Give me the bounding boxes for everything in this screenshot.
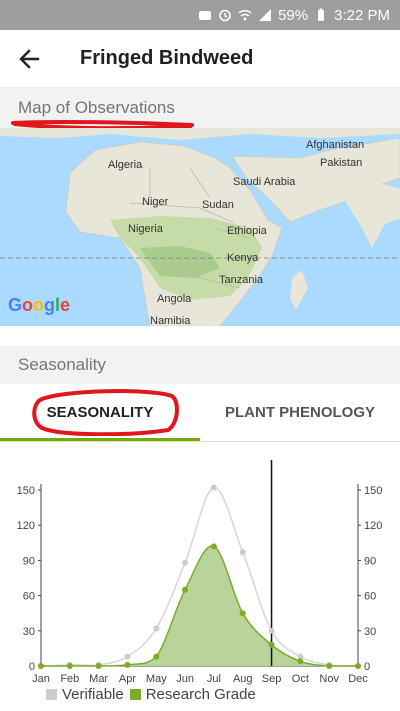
verifiable-point — [153, 625, 160, 632]
map-label-tanzania: Tanzania — [219, 274, 264, 286]
x-tick-label: Dec — [348, 673, 368, 685]
legend-label-verifiable: Verifiable — [62, 686, 124, 703]
map-header-label: Map of Observations — [18, 98, 175, 117]
research-grade-point — [268, 641, 275, 648]
map-label-pakistan: Pakistan — [320, 157, 363, 169]
map-label-sudan: Sudan — [202, 199, 234, 211]
research-grade-point — [297, 658, 304, 665]
x-tick-label: Mar — [89, 673, 108, 685]
map-label-ethiopia: Ethiopia — [227, 225, 267, 237]
chart-svg: 0 30 60 90 120 150 0 30 60 90 120 150 Jan Feb Mar Apr Ma… — [17, 460, 382, 685]
legend-item-research-grade: Research Grade — [129, 686, 256, 703]
y-tick-label-left: 120 — [17, 520, 35, 532]
y-tick-label-right: 120 — [364, 520, 382, 532]
y-tick-label-left: 0 — [29, 661, 35, 673]
back-arrow-icon — [19, 48, 40, 69]
clock: 3:22 PM — [334, 6, 390, 24]
observations-map[interactable]: Algeria Niger Sudan Nigeria Ethiopia Ken… — [0, 128, 400, 326]
y-tick-label-right: 30 — [364, 626, 376, 638]
y-tick-label-left: 60 — [23, 591, 35, 603]
y-tick-label-right: 60 — [364, 591, 376, 603]
research-grade-area — [41, 545, 358, 666]
x-tick-label: Aug — [233, 673, 253, 685]
research-grade-point — [210, 543, 217, 550]
battery-icon — [314, 8, 328, 22]
x-tick-label: Jun — [176, 673, 194, 685]
legend-swatch-verifiable — [46, 689, 57, 700]
map-label-namibia: Namibia — [150, 315, 191, 326]
y-tick-label-left: 150 — [17, 485, 35, 497]
legend-item-verifiable: Verifiable — [46, 686, 124, 703]
map-label-niger: Niger — [142, 196, 169, 208]
red-annotation-circle — [32, 389, 179, 436]
y-tick-label-right: 0 — [364, 661, 370, 673]
x-tick-label: Nov — [319, 673, 339, 685]
map-label-angola: Angola — [157, 293, 192, 305]
research-grade-point — [182, 586, 189, 593]
x-tick-label: Oct — [292, 673, 309, 685]
signal-icon — [258, 8, 272, 22]
research-grade-point — [355, 663, 361, 669]
verifiable-point — [124, 653, 131, 660]
map-label-kenya: Kenya — [227, 252, 259, 264]
y-tick-label-left: 90 — [23, 555, 35, 567]
x-tick-label: Jan — [32, 673, 50, 685]
map-label-algeria: Algeria — [108, 159, 143, 171]
app-bar: Fringed Bindweed — [0, 30, 400, 88]
map-label-nigeria: Nigeria — [128, 223, 163, 235]
x-tick-label: Apr — [119, 673, 136, 685]
x-tick-label: Jul — [207, 673, 221, 685]
x-tick-label: May — [146, 673, 167, 685]
research-grade-point — [38, 663, 44, 669]
verifiable-point — [210, 484, 217, 491]
verifiable-point — [182, 559, 189, 566]
research-grade-point — [66, 663, 73, 669]
y-tick-label-right: 90 — [364, 555, 376, 567]
x-tick-label: Feb — [60, 673, 79, 685]
google-attribution-logo: Google — [8, 295, 71, 315]
status-bar: 59% 3:22 PM — [0, 0, 400, 30]
verifiable-point — [268, 627, 275, 634]
battery-percent: 59% — [278, 6, 309, 24]
tab-plant-phenology[interactable]: PLANT PHENOLOGY — [200, 384, 400, 441]
legend-swatch-research-grade — [129, 689, 141, 700]
seasonality-header-label: Seasonality — [18, 355, 106, 374]
wifi-icon — [238, 8, 252, 22]
notification-icon — [198, 8, 212, 22]
research-grade-point — [124, 661, 131, 668]
research-grade-point — [153, 653, 160, 660]
x-tick-label: Sep — [262, 673, 282, 685]
map-label-saudi-arabia: Saudi Arabia — [233, 176, 296, 188]
research-grade-point — [95, 663, 102, 669]
verifiable-point — [239, 549, 246, 556]
alarm-icon — [218, 8, 232, 22]
research-grade-point — [239, 610, 246, 617]
tab-plant-phenology-label: PLANT PHENOLOGY — [224, 404, 375, 421]
page-title: Fringed Bindweed — [80, 47, 254, 69]
chart-legend: Verifiable Research Grade — [46, 686, 262, 703]
map-label-afghanistan: Afghanistan — [306, 139, 365, 151]
research-grade-point — [326, 663, 333, 669]
back-button[interactable] — [0, 30, 58, 88]
y-tick-label-left: 30 — [23, 626, 35, 638]
seasonality-chart: 0 30 60 90 120 150 0 30 60 90 120 150 Jan Feb Mar Apr Ma… — [0, 442, 400, 711]
seasonality-section-header: Seasonality — [0, 346, 400, 384]
legend-label-research-grade: Research Grade — [145, 686, 256, 703]
y-tick-label-right: 150 — [364, 485, 382, 497]
